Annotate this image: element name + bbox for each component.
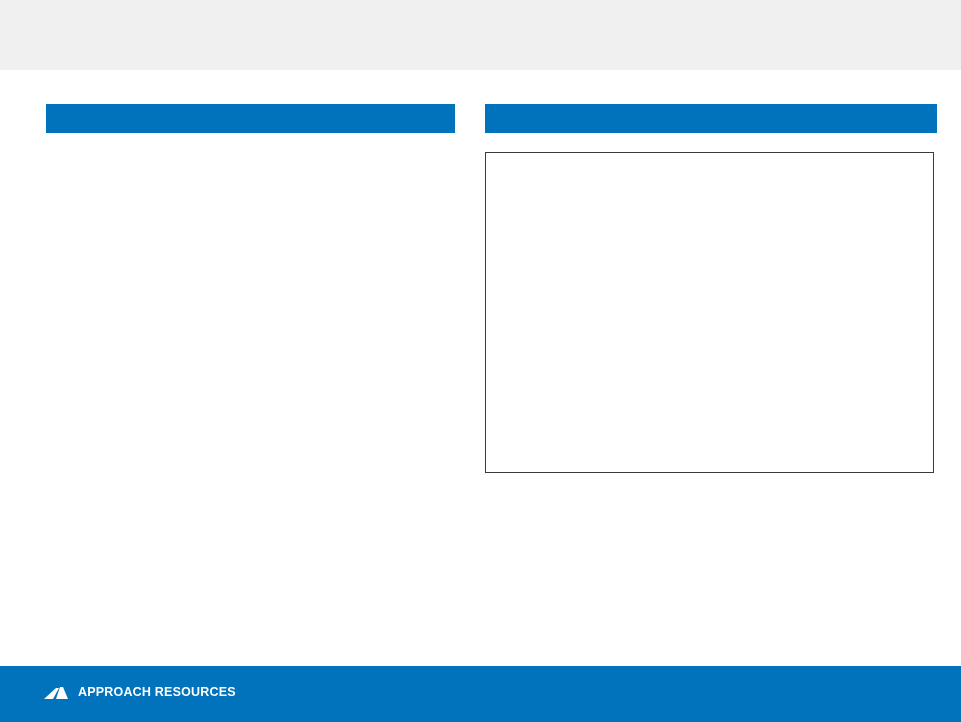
chart-frame: [485, 152, 934, 473]
approach-resources-logo-icon: [44, 687, 68, 699]
footer-logo: APPROACH RESOURCES: [44, 682, 236, 702]
title-band: [0, 0, 961, 70]
left-section-header: [46, 104, 455, 133]
right-section-header: [485, 104, 937, 133]
company-name: APPROACH RESOURCES: [78, 685, 236, 699]
